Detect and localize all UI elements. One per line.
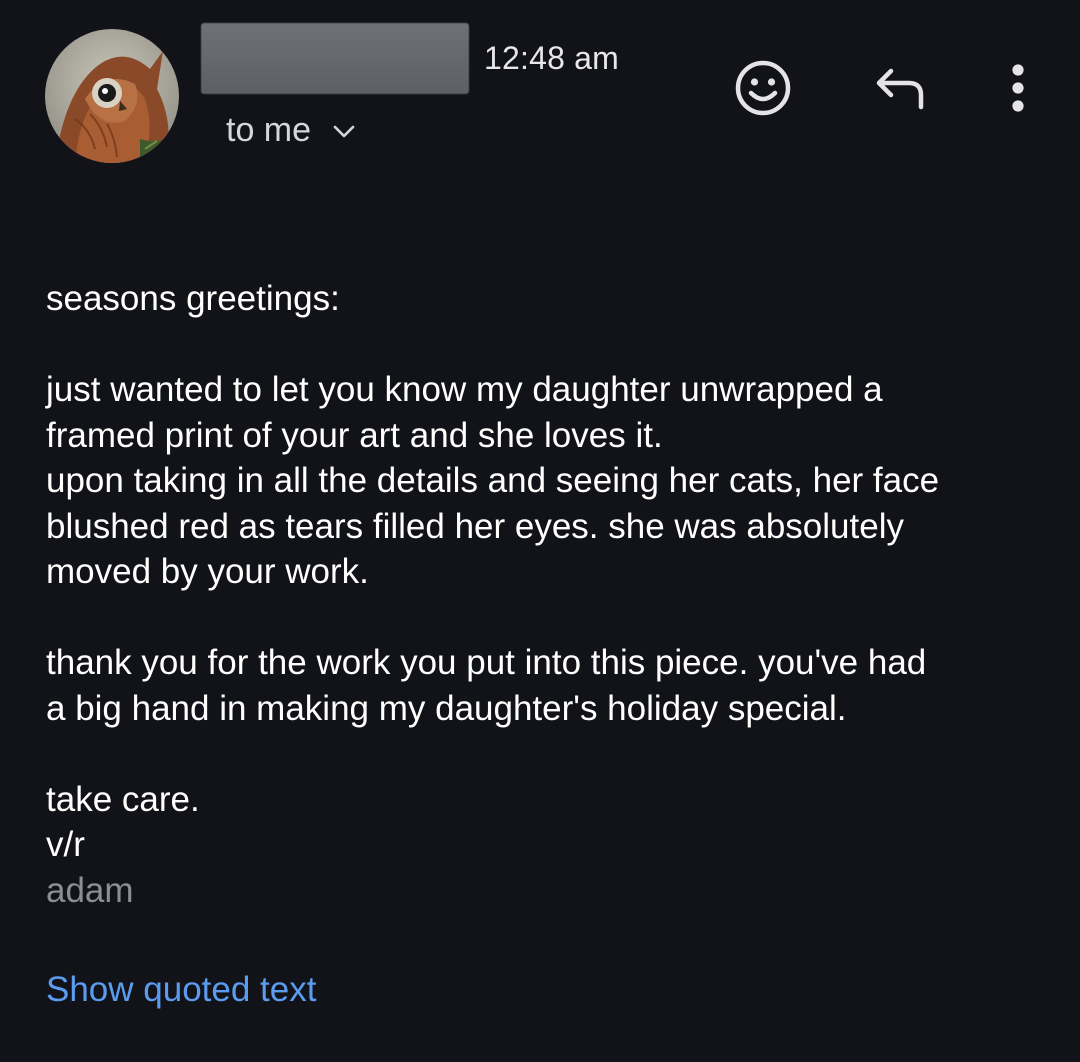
- body-line: moved by your work.: [46, 552, 369, 591]
- chevron-down-icon: [333, 125, 355, 139]
- add-reaction-button[interactable]: [730, 55, 796, 121]
- recipient-toggle[interactable]: to me: [226, 108, 355, 152]
- body-line: just wanted to let you know my daughter …: [46, 370, 883, 409]
- message-header: 12:48 am to me: [0, 0, 1080, 190]
- reply-button[interactable]: [868, 60, 932, 116]
- recipient-label: to me: [226, 110, 312, 149]
- reply-icon: [876, 68, 924, 110]
- signoff-text: v/r: [46, 825, 85, 864]
- more-vert-icon: [1012, 64, 1024, 112]
- more-options-button[interactable]: [996, 55, 1040, 121]
- greeting-text: seasons greetings:: [46, 279, 340, 318]
- body-line: blushed red as tears filled her eyes. sh…: [46, 506, 904, 546]
- body-line: thank you for the work you put into this…: [46, 643, 927, 682]
- owl-avatar-image: [45, 29, 179, 163]
- show-quoted-text-link[interactable]: Show quoted text: [46, 970, 316, 1010]
- body-line: framed print of your art and she loves i…: [46, 415, 663, 455]
- closing-text: take care.: [46, 779, 200, 819]
- message-time: 12:48 am: [484, 40, 620, 76]
- body-line: a big hand in making my daughter's holid…: [46, 688, 847, 728]
- signature-name: adam: [46, 870, 134, 910]
- emoji-smile-icon: [735, 60, 791, 116]
- sender-name-redacted: [201, 23, 469, 94]
- body-line: upon taking in all the details and seein…: [46, 461, 940, 500]
- message-body: seasons greetings: just wanted to let yo…: [46, 276, 1046, 913]
- sender-avatar[interactable]: [45, 29, 179, 163]
